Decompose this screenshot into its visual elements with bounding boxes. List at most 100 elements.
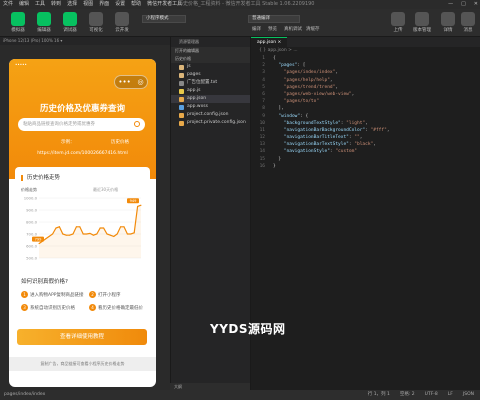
step-3: 3 系统自动识别历史价格 [21, 304, 75, 311]
code-line[interactable]: 6 "pages/web-view/web-view", [251, 91, 480, 98]
footnote: 复制广告，商品链接可查看小程序历史价格走势 [9, 357, 156, 371]
line-ending[interactable]: LF [448, 390, 453, 400]
open-editors-section[interactable]: 打开的编辑器 [171, 47, 250, 55]
json-file-icon [179, 96, 184, 102]
hero-banner: ••••• ••• ◎ 历史价格及优惠券查询 粘贴商品链接查询价格走势或优惠券 … [9, 59, 156, 179]
compile-button[interactable]: 编译 [252, 26, 261, 32]
code-line[interactable]: 13 "navigationBarTextStyle": "black", [251, 141, 480, 148]
close-mini-icon[interactable]: ◎ [138, 78, 144, 86]
price-point [65, 234, 67, 236]
menu-goto[interactable]: 转到 [51, 0, 61, 9]
page-path[interactable]: pages/index/index [4, 390, 45, 400]
compile-select[interactable]: 普通编译 [248, 15, 300, 23]
step-2: 2 打开小程序 [89, 291, 121, 298]
remote-debug-button[interactable]: 真机调试 [284, 26, 302, 32]
code-line[interactable]: 16} [251, 163, 480, 170]
tree-item-file[interactable]: 广告位配置.txt [171, 79, 250, 87]
cursor-position[interactable]: 行 1，列 1 [368, 390, 390, 400]
code-line[interactable]: 15 } [251, 156, 480, 163]
visual-button[interactable]: 可视化 [82, 12, 110, 33]
price-tag: 799 [32, 236, 44, 242]
version-icon [415, 12, 429, 26]
tree-item-file[interactable]: project.private.config.json [171, 119, 250, 127]
mode-select[interactable]: 小程序模式 [142, 15, 186, 23]
close-icon[interactable]: ✕ [474, 0, 478, 9]
code-line[interactable]: 14 "navigationStyle": "custom" [251, 148, 480, 155]
device-bar[interactable]: iPhone 12/13 (Pro) 100% 16 ▾ [0, 37, 170, 45]
menu-view[interactable]: 视图 [83, 0, 93, 9]
code-line[interactable]: 11 "navigationBarBackgroundColor": "#fff… [251, 127, 480, 134]
code-editor: app.json × { } app.json > ... 1{2 "pages… [250, 37, 480, 390]
tutorial-button[interactable]: 查看详细使用教程 [17, 329, 147, 345]
line-text: "navigationBarBackgroundColor": "#fff", [283, 127, 390, 133]
step-text: 打开小程序 [98, 292, 121, 298]
menu-tools[interactable]: 工具 [35, 0, 45, 9]
price-point [82, 233, 84, 235]
line-text: ], [273, 106, 284, 112]
preview-button[interactable]: 预览 [268, 26, 277, 32]
debugger-button[interactable]: 调试器 [56, 12, 84, 33]
simulator-button[interactable]: 模拟器 [4, 12, 32, 33]
price-point [123, 226, 125, 228]
tree-item-folder[interactable]: pages [171, 71, 250, 79]
price-point [69, 234, 71, 236]
clear-cache-button[interactable]: 清缓存 [306, 26, 320, 32]
menu-select[interactable]: 选择 [67, 0, 77, 9]
section-title-trend: 历史价格走势 [21, 175, 60, 181]
code-line[interactable]: 1{ [251, 55, 480, 62]
code-line[interactable]: 4 "pages/help/help", [251, 77, 480, 84]
code-line[interactable]: 8 ], [251, 105, 480, 112]
menu-edit[interactable]: 编辑 [19, 0, 29, 9]
editor-button[interactable]: 编辑器 [30, 12, 58, 33]
svg-text:799: 799 [35, 237, 43, 241]
code-line[interactable]: 3 "pages/index/index", [251, 69, 480, 76]
cloud-button[interactable]: 云开发 [108, 12, 136, 33]
menu-help[interactable]: 帮助 [131, 0, 141, 9]
tree-item-file[interactable]: project.config.json [171, 111, 250, 119]
folder-icon [179, 64, 184, 70]
price-point [133, 232, 135, 234]
capsule-menu[interactable]: ••• ◎ [114, 75, 148, 89]
menu-file[interactable]: 文件 [3, 0, 13, 9]
tree-item-file-selected[interactable]: app.json [171, 95, 250, 103]
example-url[interactable]: https://item.jd.com/100026667416.html [9, 151, 156, 156]
code-line[interactable]: 12 "navigationBarTitleText": "", [251, 134, 480, 141]
line-text: "pages/trend/trend", [283, 84, 339, 90]
code-line[interactable]: 10 "backgroundTextStyle": "light", [251, 120, 480, 127]
line-text: "navigationBarTextStyle": "black", [283, 142, 376, 148]
price-point [126, 233, 128, 235]
menu-ui[interactable]: 界面 [99, 0, 109, 9]
code-line[interactable]: 5 "pages/trend/trend", [251, 84, 480, 91]
y-tick-label: 1000.0 [24, 196, 38, 201]
minimize-icon[interactable]: — [448, 0, 453, 9]
phone-screen: ••••• ••• ◎ 历史价格及优惠券查询 粘贴商品链接查询价格走势或优惠券 … [9, 59, 156, 387]
price-point [120, 226, 122, 228]
search-input[interactable]: 粘贴商品链接查询价格走势或优惠券 [18, 118, 145, 131]
outline-section[interactable]: 大纲 [170, 383, 250, 390]
price-point [58, 226, 60, 228]
tree-item-file[interactable]: app.js [171, 87, 250, 95]
code-line[interactable]: 9 "window": { [251, 113, 480, 120]
code-line[interactable]: 2 "pages": [ [251, 62, 480, 69]
menu-devtools[interactable]: 微信开发者工具 [147, 0, 182, 9]
price-point [55, 227, 57, 229]
encoding[interactable]: UTF-8 [425, 390, 438, 400]
version-button[interactable]: 版本管理 [408, 12, 436, 33]
price-point [52, 233, 54, 235]
maximize-icon[interactable]: □ [461, 0, 466, 9]
line-number: 11 [259, 127, 265, 133]
messages-button[interactable]: 消息 [454, 12, 480, 33]
code-area[interactable]: 1{2 "pages": [3 "pages/index/index", 4 "p… [251, 55, 480, 170]
project-section[interactable]: 历史价格 [171, 55, 250, 63]
menu-settings[interactable]: 设置 [115, 0, 125, 9]
indent-setting[interactable]: 空格: 2 [400, 390, 415, 400]
more-icon[interactable]: ••• [118, 78, 130, 86]
step-4: 4 看历史价格确定最低价 [89, 304, 143, 311]
tree-item-folder[interactable]: js [171, 63, 250, 71]
line-text: "pages": [ [278, 63, 306, 69]
tree-item-file[interactable]: app.wxss [171, 103, 250, 111]
code-line[interactable]: 7 "pages/to/to" [251, 98, 480, 105]
tab-app-json[interactable]: app.json × [251, 37, 288, 47]
language-mode[interactable]: JSON [463, 390, 474, 400]
phone-icon [11, 12, 25, 26]
